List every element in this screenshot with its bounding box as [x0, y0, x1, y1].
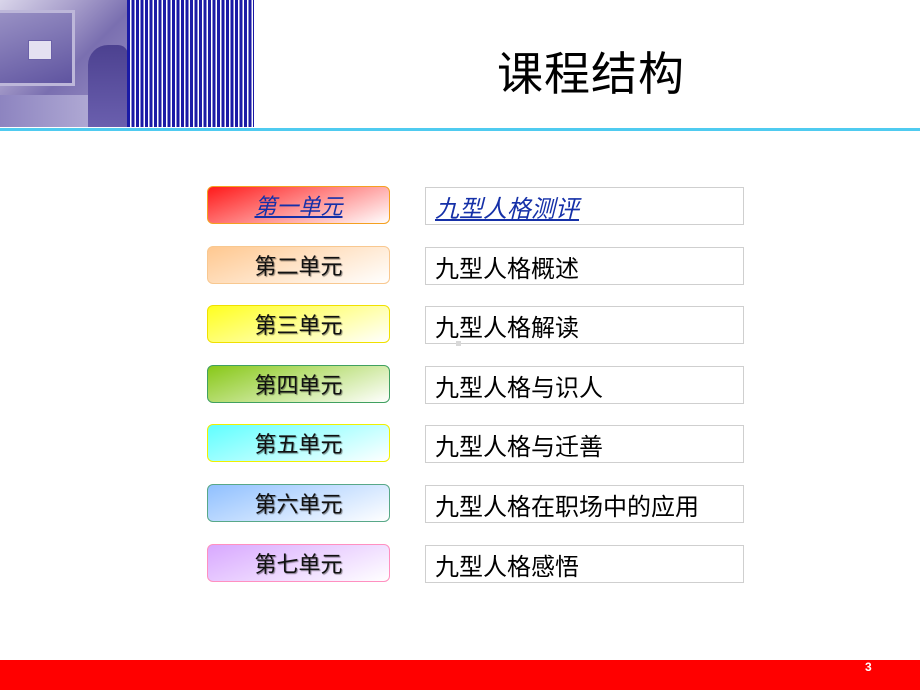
footer-bar: [0, 660, 920, 690]
unit-button-4[interactable]: 第四单元: [207, 365, 390, 403]
unit-button-5[interactable]: 第五单元: [207, 424, 390, 462]
unit-topic-7: 九型人格感悟: [425, 545, 744, 583]
stray-marker: [456, 341, 461, 346]
header-stripes: [127, 0, 254, 127]
person-graphic: [88, 45, 127, 127]
page-number: 3: [865, 660, 872, 674]
header-illustration: [0, 0, 127, 127]
unit-topic-3: 九型人格解读: [425, 306, 744, 344]
header-divider: [0, 128, 920, 131]
unit-topic-1[interactable]: 九型人格测评: [425, 187, 744, 225]
unit-topic-6: 九型人格在职场中的应用: [425, 485, 744, 523]
unit-topic-4: 九型人格与识人: [425, 366, 744, 404]
unit-button-2[interactable]: 第二单元: [207, 246, 390, 284]
unit-topic-2: 九型人格概述: [425, 247, 744, 285]
unit-button-7[interactable]: 第七单元: [207, 544, 390, 582]
screen-window-graphic: [28, 40, 52, 60]
unit-topic-5: 九型人格与迁善: [425, 425, 744, 463]
unit-button-6[interactable]: 第六单元: [207, 484, 390, 522]
slide-title: 课程结构: [497, 47, 685, 101]
unit-button-3[interactable]: 第三单元: [207, 305, 390, 343]
unit-button-1[interactable]: 第一单元: [207, 186, 390, 224]
